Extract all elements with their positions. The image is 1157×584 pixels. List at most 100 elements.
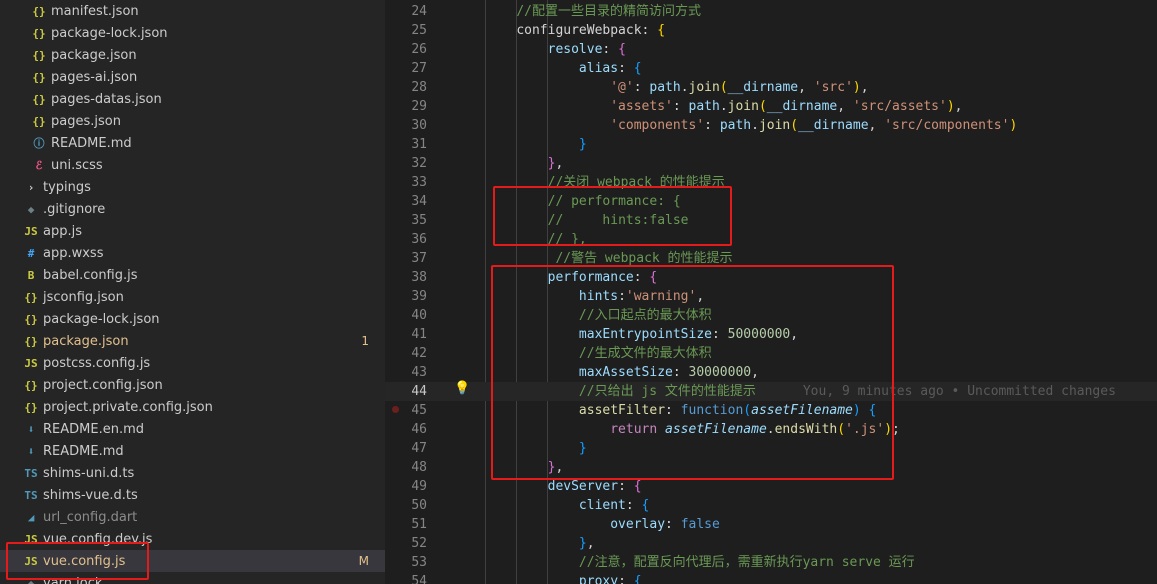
explorer-item[interactable]: ⬇ README.md [0,440,385,462]
explorer-item[interactable]: ◢ url_config.dart [0,506,385,528]
explorer-item[interactable]: {} jsconfig.json [0,286,385,308]
code-line[interactable]: 28 '@': path.join(__dirname, 'src'), [385,78,1157,97]
line-number: 50 [411,498,427,513]
code-line[interactable]: 32 }, [385,154,1157,173]
explorer-item-label: babel.config.js [43,267,138,283]
code-line[interactable]: 25 configureWebpack: { [385,21,1157,40]
code-line[interactable]: 51 overlay: false [385,515,1157,534]
explorer-item[interactable]: # app.wxss [0,242,385,264]
line-number: 40 [411,308,427,323]
line-number: 51 [411,517,427,532]
highlight-box-commented-performance [493,186,732,246]
breakpoint-icon[interactable] [392,406,399,413]
file-icon: ⬇ [27,422,35,436]
line-number: 27 [411,61,427,76]
code-line[interactable]: 27 alias: { [385,59,1157,78]
line-number: 37 [411,251,427,266]
line-number: 39 [411,289,427,304]
explorer-item[interactable]: {} pages-datas.json [0,88,385,110]
explorer-item-label: package.json [43,333,129,349]
line-number: 29 [411,99,427,114]
explorer-item-label: pages.json [51,113,121,129]
code-line[interactable]: 50 client: { [385,496,1157,515]
explorer-item[interactable]: ◆ .gitignore [0,198,385,220]
code-text: alias: { [578,61,642,76]
code-text: configureWebpack: { [516,23,666,38]
file-icon: B [27,268,35,282]
explorer-item-label: jsconfig.json [43,289,124,305]
explorer-item-label: app.wxss [43,245,104,261]
explorer-item[interactable]: TS shims-vue.d.ts [0,484,385,506]
file-icon: TS [24,466,38,480]
code-line[interactable]: 29 'assets': path.join(__dirname, 'src/a… [385,97,1157,116]
git-status-badge: 1 [361,334,369,348]
explorer-item-label: shims-uni.d.ts [43,465,135,481]
code-text: 'assets': path.join(__dirname, 'src/asse… [610,99,963,114]
explorer-item[interactable]: Bbabel.config.js [0,264,385,286]
code-text: } [578,137,587,152]
explorer-item[interactable]: ⓘ README.md [0,132,385,154]
explorer-item[interactable]: JS app.js [0,220,385,242]
explorer-item-label: url_config.dart [43,509,138,525]
file-icon: ◢ [27,510,35,524]
highlight-box-performance [491,265,894,480]
file-icon: {} [32,4,46,18]
explorer-item[interactable]: JS postcss.config.js [0,352,385,374]
explorer-item-label: .gitignore [43,201,106,217]
explorer-item[interactable]: {} project.private.config.json [0,396,385,418]
explorer-item[interactable]: {} pages-ai.json [0,66,385,88]
explorer-item-label: README.md [43,443,124,459]
explorer-item-label: project.config.json [43,377,163,393]
file-icon: {} [32,48,46,62]
file-icon: ⓘ [33,137,45,150]
explorer-item[interactable]: {} project.config.json [0,374,385,396]
explorer-item-label: typings [43,179,91,195]
code-line[interactable]: 26 resolve: { [385,40,1157,59]
code-line[interactable]: 54 proxy: { [385,572,1157,584]
code-line[interactable]: 30 'components': path.join(__dirname, 's… [385,116,1157,135]
explorer-item[interactable]: {} package.json [0,44,385,66]
code-text: resolve: { [547,42,626,57]
code-line[interactable]: 24 //配置一些目录的精简访问方式 [385,2,1157,21]
line-number: 49 [411,479,427,494]
code-text: client: { [578,498,650,513]
explorer-item-label: uni.scss [51,157,103,173]
line-number: 31 [411,137,427,152]
file-icon: {} [32,70,46,84]
explorer-item[interactable]: › typings [0,176,385,198]
file-icon: ⬇ [27,444,35,458]
file-icon: {} [24,334,38,348]
code-line[interactable]: 52 }, [385,534,1157,553]
code-line[interactable]: 53 //注意，配置反向代理后，需重新执行yarn serve 运行 [385,553,1157,572]
file-icon: {} [32,26,46,40]
explorer-item[interactable]: {} package-lock.json [0,308,385,330]
code-text: overlay: false [610,517,720,532]
line-number: 30 [411,118,427,133]
code-text: //注意，配置反向代理后，需重新执行yarn serve 运行 [578,555,915,570]
file-icon: {} [24,400,38,414]
line-number: 53 [411,555,427,570]
code-line[interactable]: 31 } [385,135,1157,154]
git-status-badge: M [358,554,369,568]
explorer-item-label: README.md [51,135,132,151]
explorer-item[interactable]: {} pages.json [0,110,385,132]
line-number: 46 [411,422,427,437]
code-text: 'components': path.join(__dirname, 'src/… [610,118,1018,133]
explorer-item[interactable]: ⬇ README.en.md [0,418,385,440]
explorer-item[interactable]: {} package-lock.json [0,22,385,44]
line-number: 48 [411,460,427,475]
line-number: 35 [411,213,427,228]
explorer-item-label: app.js [43,223,82,239]
explorer-item[interactable]: ℰuni.scss [0,154,385,176]
lightbulb-icon[interactable]: 💡 [454,381,470,396]
file-icon: ℰ [35,158,43,172]
explorer-item[interactable]: TS shims-uni.d.ts [0,462,385,484]
explorer-item-label: package.json [51,47,137,63]
explorer-item[interactable]: {} package.json 1 [0,330,385,352]
file-icon: {} [24,378,38,392]
line-number: 26 [411,42,427,57]
line-number: 42 [411,346,427,361]
file-icon: # [27,246,35,260]
line-number: 28 [411,80,427,95]
explorer-item[interactable]: {} manifest.json [0,0,385,22]
